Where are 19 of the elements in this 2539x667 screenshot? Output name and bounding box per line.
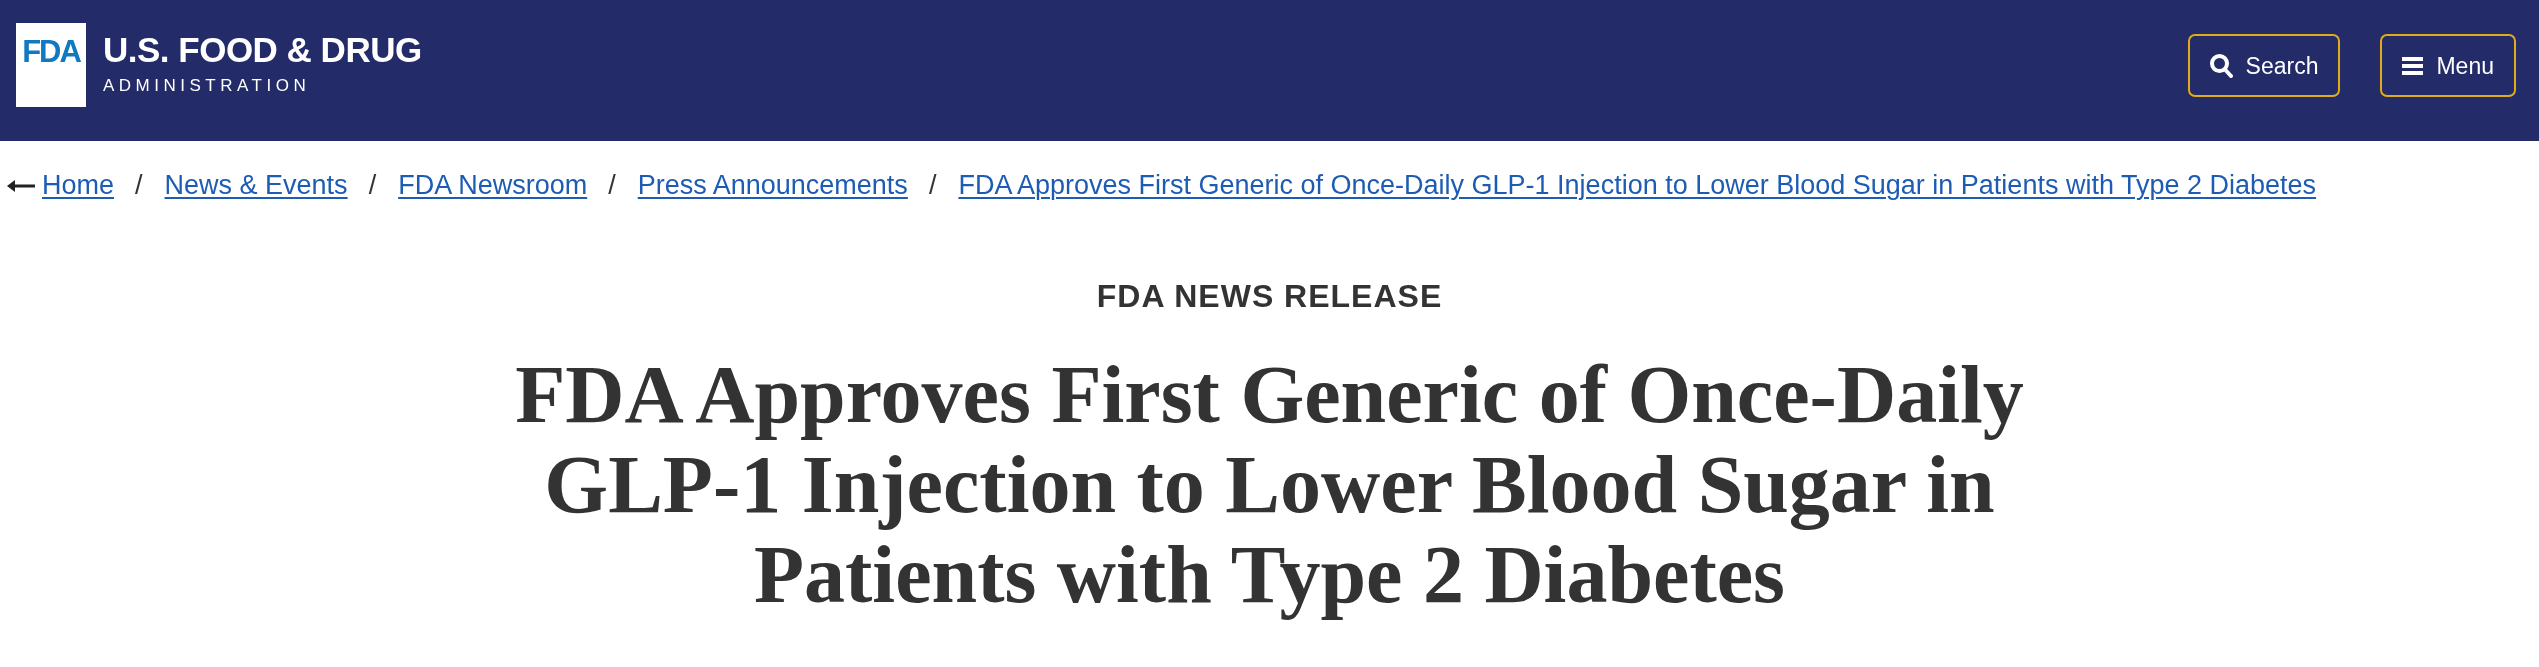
breadcrumb-separator: /: [928, 170, 937, 200]
search-button[interactable]: Search: [2187, 34, 2341, 97]
breadcrumb-link[interactable]: News & Events: [164, 170, 348, 200]
search-icon: [2209, 53, 2233, 78]
logo-badge[interactable]: FDA: [16, 23, 86, 107]
breadcrumb-link[interactable]: FDA Approves First Generic of Once-Daily GLP-1 Injection to Lower Blood Sugar in Patients with Type 2 Diabetes: [958, 170, 2317, 200]
breadcrumb-separator: /: [135, 170, 143, 200]
breadcrumb-separator: /: [368, 170, 377, 200]
agency-name: U.S. FOOD & DRUG: [103, 32, 422, 67]
menu-button[interactable]: Menu: [2380, 34, 2516, 97]
breadcrumb-link[interactable]: FDA Newsroom: [398, 170, 588, 200]
agency-subtitle: ADMINISTRATION: [103, 77, 312, 94]
breadcrumb-separator: /: [608, 170, 616, 200]
back-arrow-icon: [7, 180, 35, 192]
breadcrumb-link[interactable]: Press Announcements: [637, 170, 908, 200]
menu-icon: [2402, 56, 2424, 75]
headline: FDA Approves First Generic of Once-Daily GLP-1 Injection to Lower Blood Sugar in Patients with Type 2 Diabetes: [514, 350, 2025, 620]
news-release-label: FDA NEWS RELEASE: [1095, 280, 1444, 312]
breadcrumb-link[interactable]: Home: [42, 170, 115, 200]
